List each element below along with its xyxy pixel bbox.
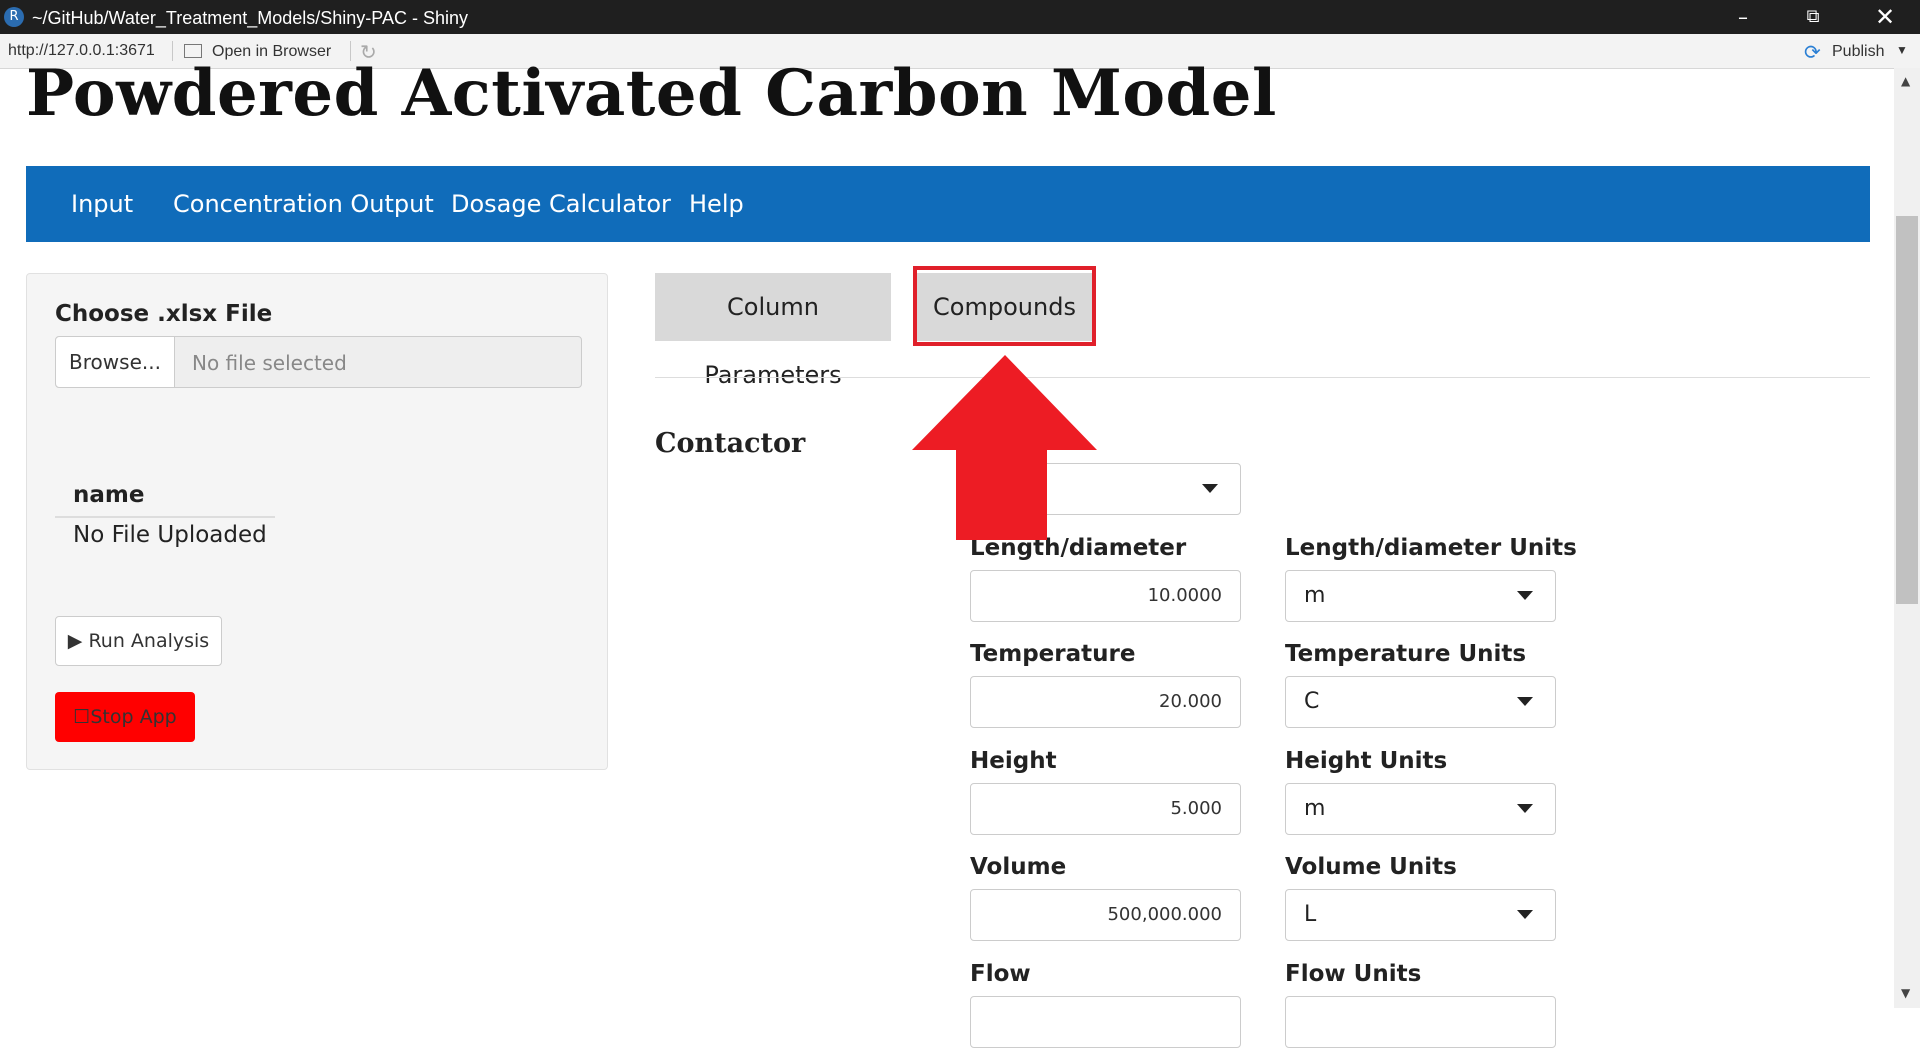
nav-input[interactable]: Input <box>71 190 133 218</box>
stop-square-icon: ☐ <box>73 706 91 728</box>
chevron-down-icon <box>1517 697 1533 706</box>
window-title: ~/GitHub/Water_Treatment_Models/Shiny-PA… <box>32 8 468 28</box>
browse-button[interactable]: Browse... <box>56 337 175 387</box>
length-diameter-units-label: Length/diameter Units <box>1285 535 1577 561</box>
volume-units-select[interactable]: L <box>1285 889 1556 941</box>
table-header-name: name <box>73 482 145 508</box>
flow-input[interactable] <box>970 996 1241 1048</box>
contactor-heading: Contactor <box>655 428 806 459</box>
table-header: name <box>55 470 275 518</box>
close-icon[interactable]: ✕ <box>1858 0 1912 34</box>
chevron-down-icon <box>1517 910 1533 919</box>
flow-label: Flow <box>970 961 1031 987</box>
volume-label: Volume <box>970 854 1067 880</box>
nav-dosage-calculator[interactable]: Dosage Calculator <box>451 190 671 218</box>
temperature-label: Temperature <box>970 641 1136 667</box>
height-units-label: Height Units <box>1285 748 1448 774</box>
annotation-up-arrow <box>912 355 1097 540</box>
volume-value: 500,000.000 <box>1107 904 1222 925</box>
file-input-label: Choose .xlsx File <box>55 301 273 327</box>
length-diameter-units-value: m <box>1304 583 1326 608</box>
stop-app-label: Stop App <box>90 706 177 728</box>
temperature-input[interactable]: 20.000 <box>970 676 1241 728</box>
volume-units-label: Volume Units <box>1285 854 1457 880</box>
table-cell: No File Uploaded <box>73 522 267 548</box>
sidebar-panel: Choose .xlsx File Browse... No file sele… <box>26 273 608 770</box>
temperature-units-select[interactable]: C <box>1285 676 1556 728</box>
publish-button[interactable]: Publish <box>1832 43 1884 61</box>
run-analysis-button[interactable]: ▶ Run Analysis <box>55 616 222 666</box>
publish-icon[interactable]: ⟳ <box>1804 40 1821 65</box>
page-title: Powdered Activated Carbon Model <box>26 56 1277 131</box>
length-diameter-value: 10.0000 <box>1147 585 1222 606</box>
temperature-units-label: Temperature Units <box>1285 641 1527 667</box>
publish-dropdown-icon[interactable]: ▼ <box>1896 43 1908 57</box>
chevron-down-icon <box>1517 804 1533 813</box>
run-analysis-label: Run Analysis <box>88 630 210 652</box>
scroll-up-icon[interactable]: ▲ <box>1901 74 1910 88</box>
stop-app-button[interactable]: ☐Stop App <box>55 692 195 742</box>
volume-units-value: L <box>1304 902 1317 927</box>
nav-concentration-output[interactable]: Concentration Output <box>173 190 434 218</box>
length-diameter-units-select[interactable]: m <box>1285 570 1556 622</box>
flow-units-select[interactable] <box>1285 996 1556 1048</box>
flow-units-label: Flow Units <box>1285 961 1422 987</box>
height-input[interactable]: 5.000 <box>970 783 1241 835</box>
nav-help[interactable]: Help <box>689 190 744 218</box>
highlight-annotation-box <box>913 266 1096 346</box>
arrow-shape <box>912 355 1097 540</box>
r-app-icon: R <box>4 7 24 27</box>
height-units-value: m <box>1304 796 1326 821</box>
restore-icon[interactable]: ⧉ <box>1786 0 1840 34</box>
height-units-select[interactable]: m <box>1285 783 1556 835</box>
chevron-down-icon <box>1202 484 1218 493</box>
minimize-icon[interactable]: – <box>1716 0 1770 34</box>
scroll-down-icon[interactable]: ▼ <box>1901 986 1910 1000</box>
play-icon: ▶ <box>67 630 83 652</box>
length-diameter-input[interactable]: 10.0000 <box>970 570 1241 622</box>
height-value: 5.000 <box>1170 798 1222 819</box>
vertical-scrollbar[interactable]: ▲ ▼ <box>1894 68 1920 1008</box>
temperature-units-value: C <box>1304 689 1320 714</box>
chevron-down-icon <box>1517 591 1533 600</box>
file-name-display: No file selected <box>192 351 347 375</box>
height-label: Height <box>970 748 1057 774</box>
tab-divider <box>655 377 1870 378</box>
temperature-value: 20.000 <box>1159 691 1222 712</box>
window-title-bar: R ~/GitHub/Water_Treatment_Models/Shiny-… <box>0 0 1920 34</box>
scrollbar-thumb[interactable] <box>1896 216 1918 604</box>
file-input[interactable]: Browse... No file selected <box>55 336 582 388</box>
volume-input[interactable]: 500,000.000 <box>970 889 1241 941</box>
tab-column-parameters[interactable]: Column Parameters <box>655 273 891 389</box>
main-navbar: Input Concentration Output Dosage Calcul… <box>26 166 1870 242</box>
